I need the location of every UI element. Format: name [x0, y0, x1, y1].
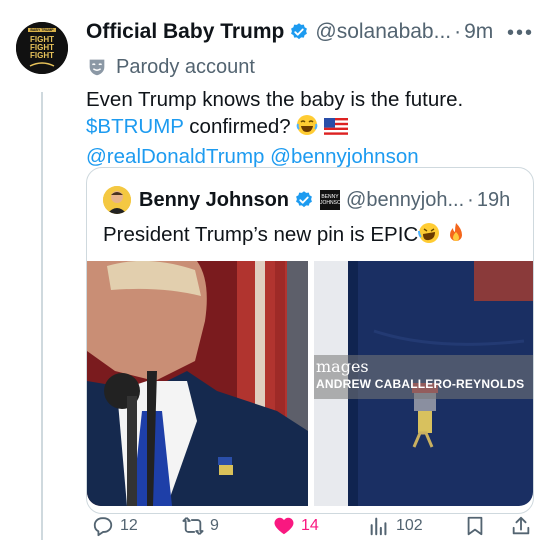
handle[interactable]: @solanabab...: [315, 20, 451, 44]
like-button[interactable]: 14: [273, 515, 319, 537]
cashtag-link[interactable]: $BTRUMP: [86, 115, 184, 138]
avatar-text-1: BABY TRUMP: [30, 28, 54, 32]
repost-button[interactable]: 9: [182, 515, 219, 537]
tweet-line-3: @realDonaldTrump @bennyjohnson: [86, 143, 534, 170]
action-bar: 12 9 14 102: [86, 512, 534, 540]
like-count: 14: [301, 517, 319, 534]
parody-text: Parody account: [116, 55, 255, 78]
display-name[interactable]: Official Baby Trump: [86, 20, 284, 44]
verified-badge-icon[interactable]: [289, 22, 309, 42]
reply-count: 12: [120, 517, 138, 534]
quote-avatar[interactable]: [103, 186, 131, 214]
bookmark-icon: [467, 516, 483, 536]
parody-mask-icon: [89, 59, 105, 76]
repost-icon: [182, 517, 204, 535]
reply-button[interactable]: 12: [92, 515, 138, 537]
more-icon[interactable]: •••: [507, 22, 534, 45]
quote-text-content: President Trump’s new pin is EPIC: [103, 223, 419, 246]
tweet-line-2: $BTRUMP confirmed?: [86, 113, 534, 143]
timestamp[interactable]: 9m: [464, 20, 493, 44]
views-button[interactable]: 102: [368, 515, 423, 537]
mention-link-2[interactable]: @bennyjohnson: [270, 145, 418, 168]
heart-filled-icon: [274, 517, 294, 535]
share-button[interactable]: [510, 515, 538, 537]
affiliate-badge-text-2: JOHNSON: [320, 200, 345, 206]
thread-line: [41, 92, 43, 540]
photo-trump-microphone[interactable]: [87, 261, 308, 506]
quote-media[interactable]: mages ANDREW CABALLERO-REYNOLDS: [87, 261, 533, 506]
quoted-tweet[interactable]: Benny Johnson BENNY JOHNSON @bennyjoh...…: [86, 167, 534, 514]
tweet-header: Official Baby Trump @solanabab... · 9m: [86, 12, 534, 52]
laughing-emoji-icon: [296, 114, 318, 143]
repost-count: 9: [210, 517, 219, 534]
quote-display-name[interactable]: Benny Johnson: [139, 189, 289, 212]
quote-text: President Trump’s new pin is EPIC: [103, 222, 466, 250]
quote-verified-badge-icon[interactable]: [294, 190, 314, 210]
share-icon: [512, 516, 530, 535]
tweet-text: Even Trump knows the baby is the future.…: [86, 86, 534, 170]
mention-link-1[interactable]: @realDonaldTrump: [86, 145, 264, 168]
avatar-image: BABY TRUMP FIGHT FIGHT FIGHT: [16, 22, 68, 74]
fire-emoji-icon: [446, 222, 466, 250]
avatar[interactable]: BABY TRUMP FIGHT FIGHT FIGHT: [16, 22, 68, 74]
getty-watermark: mages ANDREW CABALLERO-REYNOLDS: [314, 355, 533, 399]
tweet: Official Baby Trump @solanabab... · 9m •…: [86, 12, 534, 170]
separator-dot: ·: [454, 20, 462, 43]
photo-pin-closeup[interactable]: mages ANDREW CABALLERO-REYNOLDS: [314, 261, 533, 506]
parody-label: Parody account: [86, 52, 534, 82]
reply-icon: [93, 517, 113, 537]
views-chart-icon: [370, 517, 387, 536]
views-count: 102: [396, 517, 423, 534]
quote-separator-dot: ·: [467, 188, 474, 211]
tweet-line-1: Even Trump knows the baby is the future.: [86, 88, 464, 111]
affiliate-badge-icon[interactable]: BENNY JOHNSON: [320, 190, 345, 210]
watermark-credit: ANDREW CABALLERO-REYNOLDS: [316, 377, 525, 391]
avatar-text-4: FIGHT: [30, 51, 54, 60]
us-flag-emoji-icon: [324, 116, 349, 143]
quote-timestamp[interactable]: 19h: [477, 189, 510, 212]
quote-handle[interactable]: @bennyjoh...: [346, 189, 464, 212]
watermark-brand: mages: [316, 357, 369, 376]
confirmed-text: confirmed?: [183, 115, 297, 138]
rofl-emoji-icon: [418, 222, 440, 250]
bookmark-button[interactable]: [464, 515, 492, 537]
quote-header: Benny Johnson BENNY JOHNSON @bennyjoh...…: [103, 186, 510, 214]
